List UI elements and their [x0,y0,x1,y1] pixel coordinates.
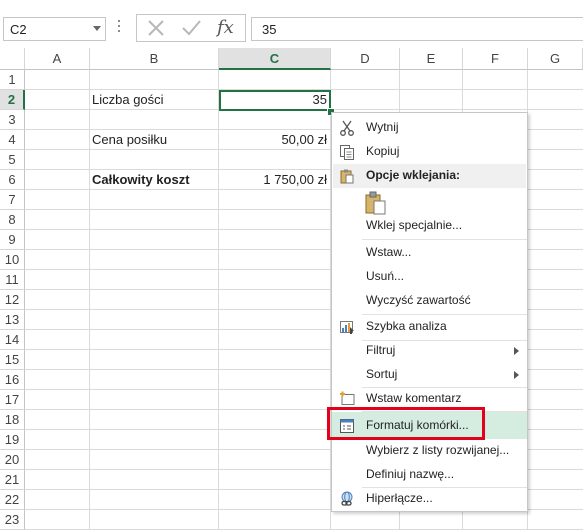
menu-separator [362,239,527,240]
column-header-a[interactable]: A [25,48,90,70]
menu-item-pick-from-list[interactable]: Wybierz z listy rozwijanej... [332,439,527,463]
menu-item-label: Wstaw... [366,245,412,259]
name-box-value: C2 [10,22,27,37]
chevron-right-icon [514,347,519,355]
row-header[interactable]: 5 [0,150,25,170]
row-header[interactable]: 6 [0,170,25,190]
row-header[interactable]: 17 [0,390,25,410]
select-all-corner[interactable] [0,48,25,70]
menu-item-label: Kopiuj [366,144,400,158]
menu-item-hyperlink[interactable]: Hiperłącze... [332,487,527,511]
row-header[interactable]: 4 [0,130,25,150]
row-header[interactable]: 3 [0,110,25,130]
hyperlink-icon [341,491,353,506]
chevron-right-icon [514,371,519,379]
row-header[interactable]: 2 [0,90,25,110]
cell-b4[interactable]: Cena posiłku [92,130,217,150]
menu-item-clear-contents[interactable]: Wyczyść zawartość [332,289,527,313]
name-box[interactable]: C2 [3,17,106,41]
close-icon [148,20,164,36]
menu-item-sort[interactable]: Sortuj [332,363,527,387]
row-header[interactable]: 12 [0,290,25,310]
row-header[interactable]: 8 [0,210,25,230]
row-header[interactable]: 18 [0,410,25,430]
menu-item-delete[interactable]: Usuń... [332,265,527,289]
menu-item-label: Hiperłącze... [366,491,433,505]
row-header[interactable]: 14 [0,330,25,350]
formula-value: 35 [262,22,277,37]
title-strip [0,0,583,8]
copy-icon [340,145,354,160]
clipboard-icon [340,169,354,184]
menu-item-label: Wyczyść zawartość [366,293,471,307]
row-header[interactable]: 9 [0,230,25,250]
menu-item-label: Szybka analiza [366,319,447,333]
column-header-b[interactable]: B [90,48,219,70]
menu-item-cut[interactable]: Wytnij [332,116,527,140]
context-menu: Wytnij Kopiuj Opcje wklejania: Wklej spe… [331,112,528,512]
menu-item-label: Filtruj [366,343,396,357]
scissors-icon [340,120,354,136]
comment-icon [340,391,355,405]
paste-icon [365,191,386,215]
menu-item-label: Usuń... [366,269,405,283]
paste-options-header: Opcje wklejania: [333,164,526,188]
row-header[interactable]: 20 [0,450,25,470]
row-header[interactable]: 10 [0,250,25,270]
menu-item-filter[interactable]: Filtruj [332,339,527,363]
cell-b2[interactable]: Liczba gości [92,90,217,110]
cancel-entry-button[interactable] [139,15,173,41]
cell-b6[interactable]: Całkowity koszt [92,170,217,190]
menu-item-label: Definiuj nazwę... [366,467,455,481]
column-header-g[interactable]: G [528,48,583,70]
chevron-down-icon[interactable] [93,26,101,31]
row-header[interactable]: 7 [0,190,25,210]
menu-item-copy[interactable]: Kopiuj [332,140,527,164]
menu-item-label: Sortuj [366,367,398,381]
function-icon: fx [217,17,234,38]
paste-button[interactable] [332,189,527,215]
drag-handle-icon[interactable] [118,20,121,36]
menu-item-insert[interactable]: Wstaw... [332,241,527,265]
row-header[interactable]: 21 [0,470,25,490]
cell-c4[interactable]: 50,00 zł [221,130,327,150]
cell-c6[interactable]: 1 750,00 zł [221,170,327,190]
confirm-entry-button[interactable] [174,15,208,41]
row-header[interactable]: 22 [0,490,25,510]
row-header[interactable]: 23 [0,510,25,530]
gridline [218,70,219,530]
highlight-callout-box [327,407,485,440]
column-header-e[interactable]: E [400,48,463,70]
paste-options-label: Opcje wklejania: [366,168,461,182]
row-header[interactable]: 19 [0,430,25,450]
insert-function-button[interactable]: fx [209,15,243,41]
menu-item-label: Wklej specjalnie... [366,218,463,232]
column-header-d[interactable]: D [331,48,400,70]
menu-item-label: Wytnij [366,120,399,134]
menu-item-label: Wstaw komentarz [366,391,462,405]
menu-item-define-name[interactable]: Definiuj nazwę... [332,463,527,487]
menu-item-label: Wybierz z listy rozwijanej... [366,443,510,457]
gridline [89,70,90,530]
menu-item-paste-special[interactable]: Wklej specjalnie... [332,214,527,238]
column-header-c[interactable]: C [219,48,331,70]
row-header[interactable]: 13 [0,310,25,330]
formula-input[interactable]: 35 [251,17,583,41]
check-icon [182,20,201,36]
row-header[interactable]: 16 [0,370,25,390]
row-header[interactable]: 1 [0,70,25,90]
formula-bar: C2 fx 35 [0,8,583,49]
menu-item-quick-analysis[interactable]: Szybka analiza [332,315,527,339]
column-header-f[interactable]: F [463,48,528,70]
row-header[interactable]: 15 [0,350,25,370]
row-header[interactable]: 11 [0,270,25,290]
quick-analysis-icon [340,321,354,334]
formula-buttons: fx [136,14,246,42]
active-cell-border [219,90,331,111]
